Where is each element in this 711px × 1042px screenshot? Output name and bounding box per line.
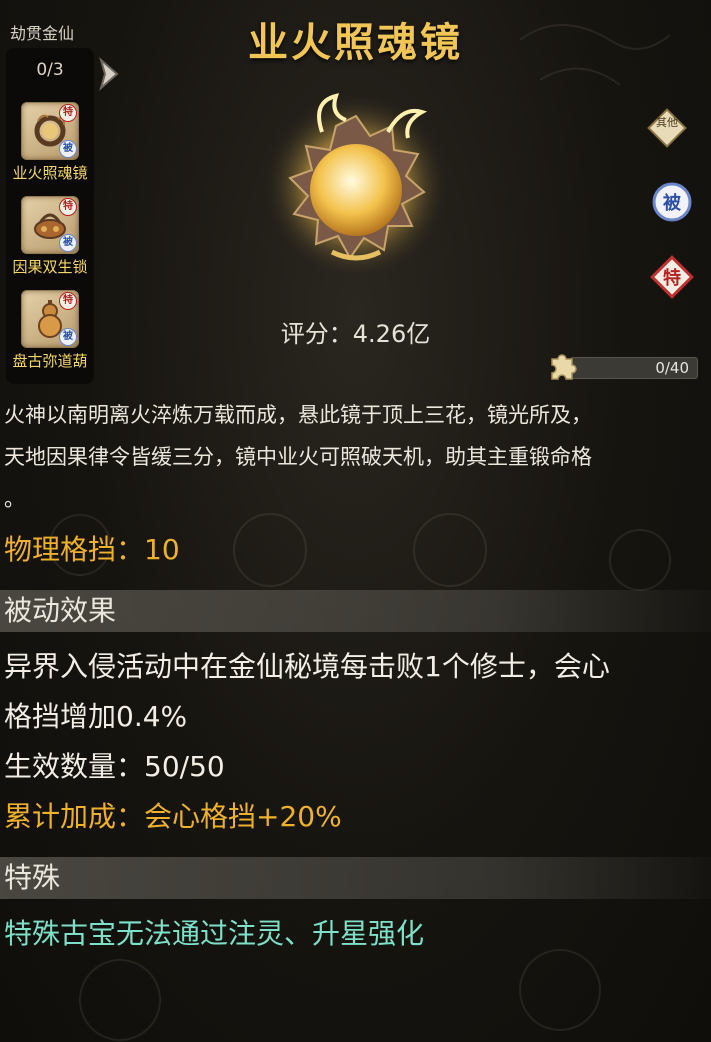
- collection-count: 0/3: [36, 60, 64, 80]
- treasure-artwork: [264, 93, 448, 278]
- passive-tag: 被: [59, 140, 77, 158]
- special-description: 特殊古宝无法通过注灵、升星强化: [4, 917, 425, 950]
- score-value: 4.26亿: [352, 320, 431, 348]
- treasure-item-label: 因果双生锁: [12, 258, 88, 276]
- score-label: 评分：: [280, 320, 353, 348]
- total-bonus: 累计加成：会心格挡+20%: [4, 800, 342, 833]
- fragment-progress-bar: 0/40: [570, 357, 698, 379]
- special-section-title: 特殊: [4, 861, 61, 894]
- expand-arrow-icon[interactable]: [97, 54, 123, 94]
- effective-count: 生效数量：50/50: [4, 750, 225, 783]
- treasure-thumb: 特 被: [21, 102, 79, 160]
- passive-badge-text: 被: [663, 192, 682, 214]
- puzzle-piece-icon: [551, 354, 577, 380]
- passive-section-header: 被动效果: [0, 590, 711, 632]
- description-line: 火神以南明离火淬炼万载而成，悬此镜于顶上三花，镜光所及，: [4, 403, 592, 427]
- passive-tag: 被: [59, 234, 77, 252]
- treasure-item-label: 盘古弥道葫: [12, 352, 88, 370]
- description-line: 天地因果律令皆缓三分，镜中业火可照破天机，助其主重锻命格: [4, 445, 592, 469]
- special-badge-text: 特: [663, 267, 681, 289]
- special-tag: 特: [59, 292, 77, 310]
- special-tag: 特: [59, 104, 77, 122]
- score-display: 评分：4.26亿: [0, 314, 711, 349]
- main-stat: 物理格挡：10: [4, 533, 180, 566]
- treasure-thumb: 特 被: [21, 196, 79, 254]
- special-badge-icon[interactable]: 特: [650, 255, 694, 299]
- treasure-item-label: 业火照魂镜: [12, 164, 88, 182]
- passive-section-title: 被动效果: [4, 594, 117, 627]
- special-tag: 特: [59, 198, 77, 216]
- description-line: 。: [4, 487, 25, 511]
- other-badge-icon[interactable]: 其他: [645, 106, 689, 150]
- special-section-header: 特殊: [0, 857, 711, 899]
- item-description: 火神以南明离火淬炼万载而成，悬此镜于顶上三花，镜光所及， 天地因果律令皆缓三分，…: [4, 394, 694, 520]
- passive-effect-line: 异界入侵活动中在金仙秘境每击败1个修士，会心: [4, 650, 610, 683]
- progress-text: 0/40: [655, 359, 689, 377]
- passive-badge-icon[interactable]: 被: [650, 180, 694, 224]
- passive-effect-line: 格挡增加0.4%: [4, 700, 188, 733]
- other-badge-text: 其他: [656, 116, 678, 129]
